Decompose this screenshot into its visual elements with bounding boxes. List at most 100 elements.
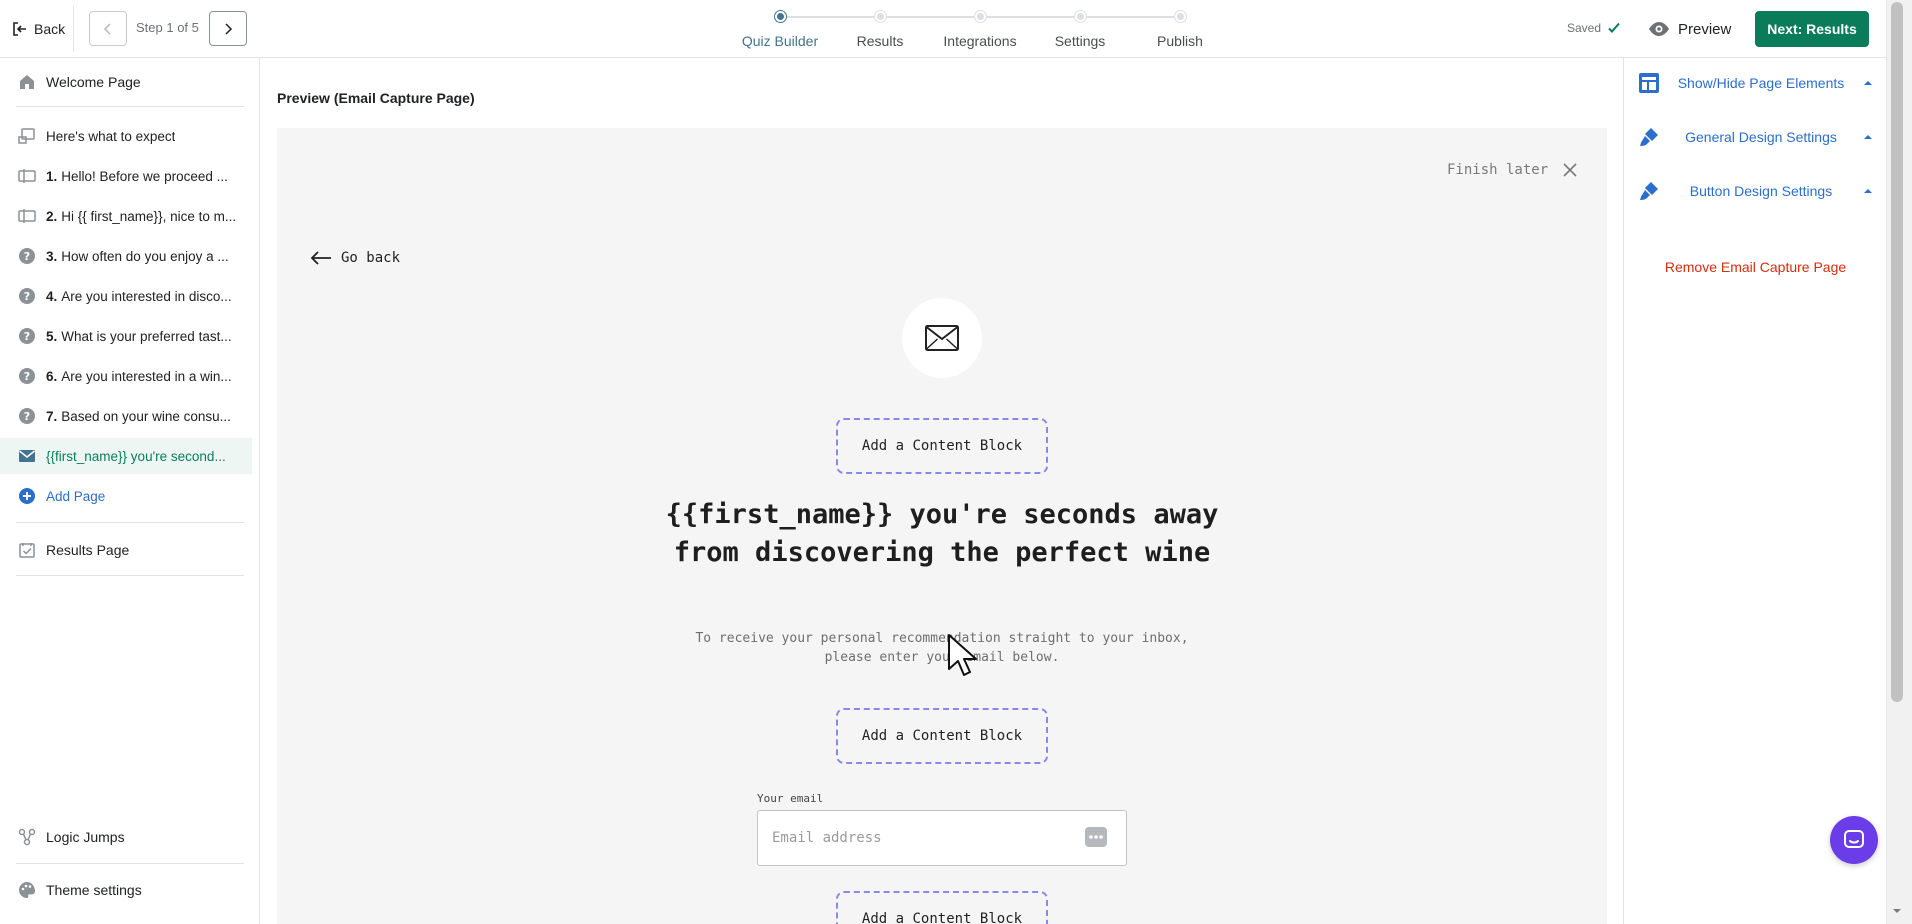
preview-button[interactable]: Preview (1648, 18, 1731, 40)
sidebar-item-label: 2. Hi {{ first_name}}, nice to m... (46, 209, 236, 224)
remove-email-capture-button[interactable]: Remove Email Capture Page (1624, 259, 1887, 275)
divider (16, 575, 244, 576)
sidebar-item-results-page[interactable]: Results Page (0, 532, 252, 568)
item-text: How often do you enjoy a ... (61, 248, 229, 264)
preview-label: Preview (1678, 20, 1732, 38)
panel-item-label: General Design Settings (1685, 129, 1837, 145)
question-icon: ? (18, 367, 36, 385)
go-back-button[interactable]: Go back (309, 250, 400, 266)
sidebar-item-intro[interactable]: Here's what to expect (0, 118, 252, 154)
svg-text:?: ? (24, 410, 30, 423)
sidebar-item-question-1[interactable]: 1. Hello! Before we proceed ... (0, 158, 252, 194)
item-text: Here's what to expect (46, 128, 176, 144)
sidebar-item-label: 5. What is your preferred tast... (46, 329, 232, 344)
sidebar-item-question-2[interactable]: 2. Hi {{ first_name}}, nice to m... (0, 198, 252, 234)
svg-text:?: ? (24, 250, 30, 263)
sidebar-item-label: 7. Based on your wine consu... (46, 409, 231, 424)
step-label: Settings (1054, 33, 1106, 49)
sidebar-item-theme-settings[interactable]: Theme settings (0, 872, 252, 908)
next-results-button[interactable]: Next: Results (1755, 11, 1869, 47)
chat-launcher-button[interactable] (1830, 816, 1878, 864)
page-title: Preview (Email Capture Page) (277, 90, 475, 106)
capture-headline: {{first_name}} you're seconds away from … (665, 499, 1219, 568)
svg-text:?: ? (24, 370, 30, 383)
back-button[interactable]: Back (8, 14, 69, 44)
step-label: Quiz Builder (741, 33, 819, 49)
step-integrations[interactable]: Integrations (930, 11, 1030, 49)
step-settings[interactable]: Settings (1030, 11, 1130, 49)
item-text: Are you interested in disco... (61, 288, 232, 304)
capture-subtext: To receive your personal recommendation … (695, 631, 1189, 665)
item-number: 5. (46, 328, 58, 344)
finish-later-label: Finish later (1447, 162, 1549, 178)
item-text: What is your preferred tast... (61, 328, 232, 344)
exit-icon (13, 22, 26, 36)
caret-up-icon (1864, 135, 1872, 139)
step-dot (874, 11, 886, 22)
item-number: 2. (46, 208, 58, 224)
sidebar-item-welcome-page[interactable]: Welcome Page (0, 64, 252, 100)
sidebar-item-label: Theme settings (46, 882, 142, 898)
step-dot (1074, 11, 1086, 22)
autofill-icon[interactable] (1085, 827, 1107, 847)
brush-icon (1640, 128, 1658, 146)
preview-canvas: Finish later Go back Add a Content Block… (277, 128, 1607, 924)
sidebar-item-question-5[interactable]: ? 5. What is your preferred tast... (0, 318, 252, 354)
item-text: {{first_name}} you're second... (46, 448, 226, 464)
sidebar-item-label: 4. Are you interested in disco... (46, 289, 232, 304)
sidebar-item-question-7[interactable]: ? 7. Based on your wine consu... (0, 398, 252, 434)
sidebar-item-question-4[interactable]: ? 4. Are you interested in disco... (0, 278, 252, 314)
item-number: 1. (46, 168, 58, 184)
show-hide-elements-toggle[interactable]: Show/Hide Page Elements (1638, 68, 1874, 98)
progress-stepper: Quiz Builder Results Integrations Settin… (730, 0, 1230, 58)
item-number: 4. (46, 288, 58, 304)
layout-icon (1639, 73, 1659, 93)
chat-icon (1844, 830, 1864, 848)
previous-step-button[interactable] (89, 11, 127, 46)
finish-later-button[interactable]: Finish later (1447, 162, 1578, 178)
sidebar-item-label: 1. Hello! Before we proceed ... (46, 169, 228, 184)
step-label: Integrations (943, 33, 1017, 49)
divider (16, 522, 244, 523)
add-content-block-button[interactable]: Add a Content Block (836, 418, 1048, 474)
next-step-button[interactable] (209, 11, 247, 46)
email-badge (902, 298, 982, 378)
eye-icon (1649, 22, 1669, 36)
page-scrollbar[interactable] (1886, 0, 1912, 924)
sidebar-item-label: Welcome Page (46, 74, 141, 90)
chevron-left-icon (103, 22, 111, 35)
add-content-block-button[interactable]: Add a Content Block (836, 891, 1048, 924)
palette-icon (18, 881, 36, 899)
step-dot (1174, 11, 1186, 22)
caret-up-icon (1864, 189, 1872, 193)
page-sidebar: Welcome Page Here's what to expect 1. Hel… (0, 58, 260, 924)
step-results[interactable]: Results (830, 11, 930, 49)
divider (73, 6, 74, 52)
step-dot (974, 11, 986, 22)
question-icon: ? (18, 327, 36, 345)
general-design-settings-toggle[interactable]: General Design Settings (1638, 122, 1874, 152)
step-quiz-builder[interactable]: Quiz Builder (730, 11, 830, 49)
item-text: Hi {{ first_name}}, nice to m... (61, 208, 237, 224)
go-back-label: Go back (341, 250, 401, 266)
saved-status: Saved (1567, 21, 1621, 35)
svg-text:?: ? (24, 290, 30, 303)
sidebar-item-email-capture[interactable]: {{first_name}} you're second... (0, 438, 252, 474)
sidebar-item-question-3[interactable]: ? 3. How often do you enjoy a ... (0, 238, 252, 274)
back-label: Back (34, 21, 66, 37)
step-publish[interactable]: Publish (1130, 11, 1230, 49)
item-text: Based on your wine consu... (61, 408, 231, 424)
item-number: 7. (46, 408, 58, 424)
button-design-settings-toggle[interactable]: Button Design Settings (1638, 176, 1874, 206)
sidebar-item-question-6[interactable]: ? 6. Are you interested in a win... (0, 358, 252, 394)
add-page-button[interactable]: Add Page (0, 478, 252, 514)
email-input[interactable] (757, 810, 1127, 866)
item-text: Hello! Before we proceed ... (61, 168, 228, 184)
add-page-label: Add Page (46, 488, 106, 504)
add-content-block-button[interactable]: Add a Content Block (836, 708, 1048, 764)
scroll-down-icon[interactable] (1890, 904, 1904, 918)
sidebar-item-logic-jumps[interactable]: Logic Jumps (0, 819, 252, 855)
sidebar-item-label: Here's what to expect (46, 129, 175, 144)
scroll-thumb[interactable] (1891, 2, 1903, 702)
design-panel: Show/Hide Page Elements General Design S… (1623, 58, 1886, 924)
